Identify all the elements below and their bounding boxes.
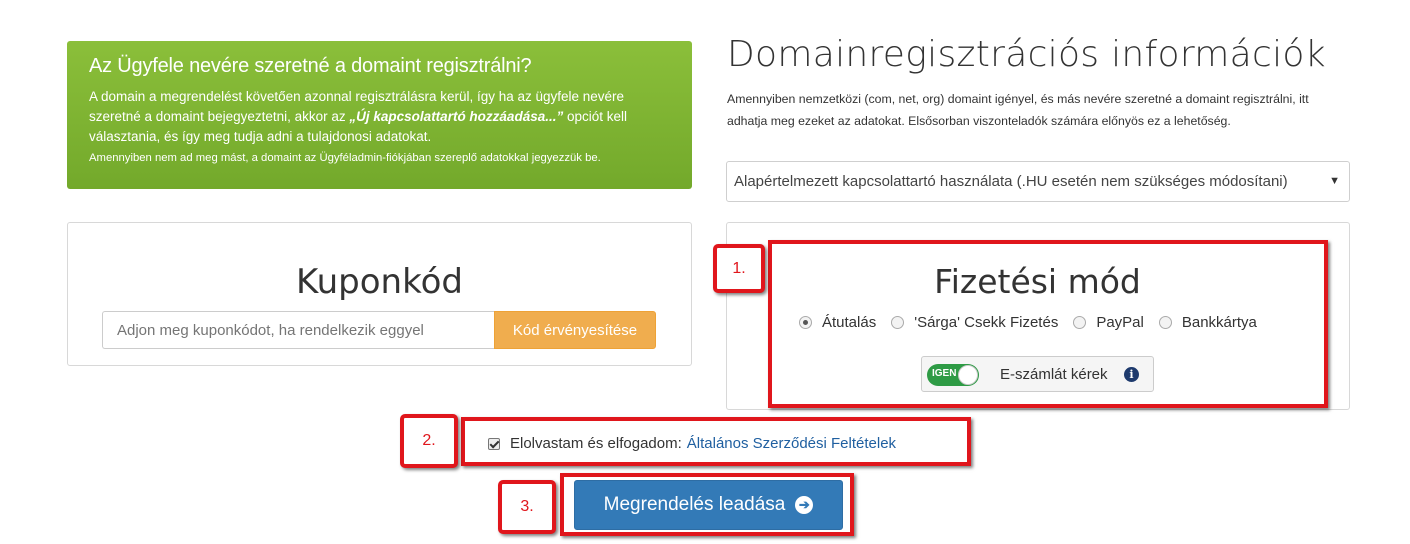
domain-info-description: Amennyiben nemzetközi (com, net, org) do… bbox=[727, 92, 1309, 128]
owner-info-panel: Az Ügyfele nevére szeretné a domaint reg… bbox=[67, 41, 692, 189]
domain-info-title: Domainregisztrációs információk bbox=[727, 34, 1326, 75]
coupon-title: Kuponkód bbox=[296, 262, 463, 302]
coupon-input[interactable] bbox=[102, 311, 494, 349]
annotation-box-payment bbox=[768, 240, 1328, 408]
chevron-down-icon: ▼ bbox=[1329, 175, 1340, 187]
owner-info-title: Az Ügyfele nevére szeretné a domaint reg… bbox=[89, 55, 532, 77]
contact-select-value: Alapértelmezett kapcsolattartó használat… bbox=[734, 173, 1288, 190]
annotation-box-terms bbox=[461, 417, 971, 466]
owner-info-text: A domain a megrendelést követően azonnal… bbox=[89, 89, 628, 144]
annotation-number-1: 1. bbox=[713, 244, 765, 293]
owner-info-note: Amennyiben nem ad meg mást, a domaint az… bbox=[89, 152, 601, 164]
validate-coupon-button[interactable]: Kód érvényesítése bbox=[494, 311, 656, 349]
contact-select[interactable]: Alapértelmezett kapcsolattartó használat… bbox=[726, 161, 1350, 202]
annotation-number-2: 2. bbox=[400, 414, 458, 468]
annotation-box-submit bbox=[560, 473, 854, 536]
annotation-number-3: 3. bbox=[498, 480, 556, 534]
coupon-card: Kuponkód Kód érvényesítése bbox=[67, 222, 692, 366]
new-contact-emphasis: „Új kapcsolattartó hozzáadása...” bbox=[349, 109, 564, 124]
